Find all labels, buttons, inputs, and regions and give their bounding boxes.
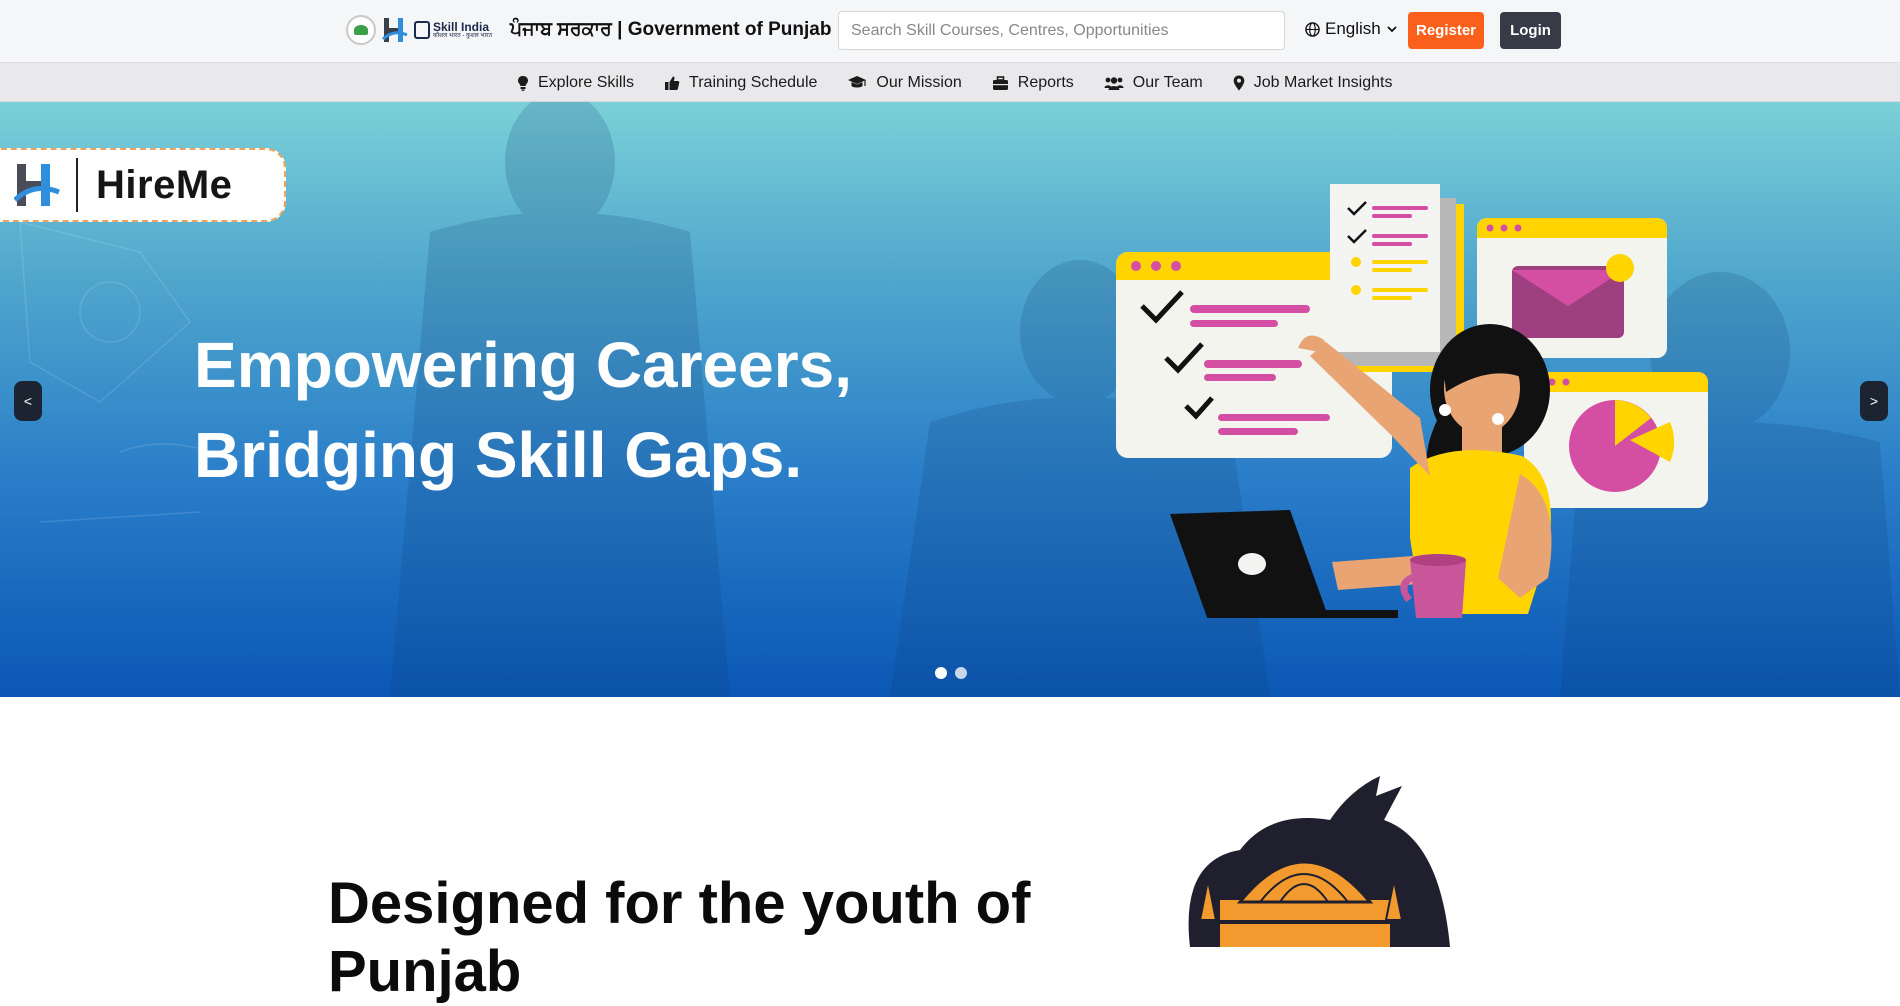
- nav-item-training-schedule[interactable]: Training Schedule: [664, 74, 817, 92]
- skill-india-title: Skill India: [433, 20, 490, 34]
- hireme-logo-icon: [382, 18, 408, 42]
- search-input[interactable]: [838, 11, 1285, 50]
- brand-divider: [76, 158, 78, 212]
- skill-india-tagline: कौशल भारत - कुशल भारत: [433, 33, 493, 39]
- government-title: ਪੰਜਾਬ ਸਰਕਾਰ | Government of Punjab: [510, 19, 832, 40]
- hero-headline-line-2: Bridging Skill Gaps.: [194, 419, 803, 491]
- nav-item-explore-skills[interactable]: Explore Skills: [517, 74, 634, 92]
- pie-chart-window: [1524, 372, 1708, 508]
- top-header: Skill India कौशल भारत - कुशल भारत ਪੰਜਾਬ …: [0, 0, 1900, 62]
- skill-india-logo: Skill India कौशल भारत - कुशल भारत: [414, 21, 492, 39]
- graduation-cap-icon: [848, 76, 867, 88]
- chevron-down-icon: [1387, 26, 1397, 33]
- carousel-dot-2[interactable]: [955, 667, 967, 679]
- punjab-emblem-logo: [346, 15, 376, 45]
- nav-item-label: Our Team: [1132, 74, 1203, 91]
- nav-item-label: Explore Skills: [538, 74, 635, 91]
- main-nav: Explore Skills Training Schedule Our Mis…: [0, 62, 1900, 102]
- hireme-logo-icon: [14, 164, 60, 206]
- nav-item-our-mission[interactable]: Our Mission: [847, 74, 962, 92]
- nav-item-label: Job Market Insights: [1253, 74, 1393, 91]
- lightbulb-icon: [518, 76, 528, 91]
- section-title: Designed for the youth of Punjab: [328, 871, 1031, 1004]
- brand-name: HireMe: [96, 162, 233, 207]
- nav-item-our-team[interactable]: Our Team: [1104, 74, 1203, 92]
- language-label: English: [1325, 19, 1381, 38]
- golden-temple-illustration: [1188, 776, 1450, 947]
- globe-icon: [1305, 21, 1320, 37]
- carousel-indicators: [935, 667, 967, 679]
- map-pin-icon: [1233, 75, 1245, 91]
- hero-headline-line-1: Empowering Careers,: [194, 329, 852, 401]
- hero-carousel: HireMe Empowering Careers, Bridging Skil…: [0, 102, 1900, 697]
- thumbs-up-icon: [665, 76, 680, 90]
- document-stack: [1330, 184, 1464, 372]
- carousel-prev-button[interactable]: <: [14, 381, 42, 421]
- nav-item-label: Training Schedule: [689, 74, 818, 91]
- career-illustration: [1116, 184, 1708, 618]
- carousel-dot-1[interactable]: [935, 667, 947, 679]
- nav-item-label: Our Mission: [876, 74, 962, 91]
- skill-india-mark-icon: [414, 21, 430, 39]
- nav-item-reports[interactable]: Reports: [992, 74, 1074, 92]
- hero-headline: Empowering Careers, Bridging Skill Gaps.: [194, 320, 852, 500]
- login-button[interactable]: Login: [1500, 12, 1561, 49]
- partner-logos: Skill India कौशल भारत - कुशल भारत: [346, 14, 492, 46]
- register-button[interactable]: Register: [1408, 12, 1484, 49]
- nav-item-label: Reports: [1017, 74, 1074, 91]
- nav-item-job-market-insights[interactable]: Job Market Insights: [1233, 74, 1393, 92]
- carousel-next-button[interactable]: >: [1860, 381, 1888, 421]
- briefcase-icon: [992, 75, 1008, 90]
- users-icon: [1104, 76, 1124, 90]
- hireme-brand-card: HireMe: [0, 148, 286, 222]
- language-selector[interactable]: English: [1305, 19, 1398, 39]
